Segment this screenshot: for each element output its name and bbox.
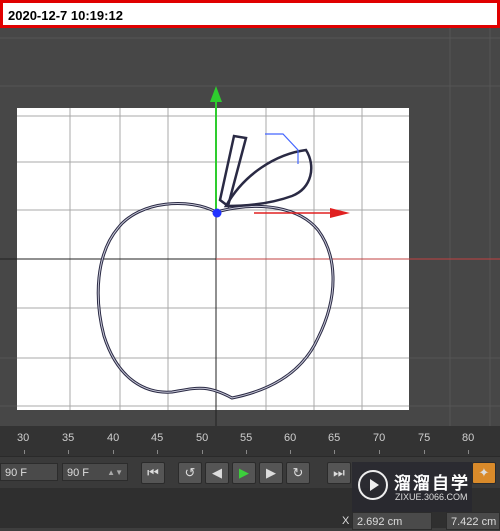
ruler-label: 80 [462,432,475,444]
viewport-3d[interactable] [0,28,500,426]
ruler-label: 70 [373,432,386,444]
timeline-ruler[interactable]: 30 35 40 45 50 55 60 65 70 75 80 [0,426,500,456]
ruler-label: 65 [328,432,341,444]
x-label: X [342,515,350,527]
next-key-button[interactable]: ↻ [286,462,310,484]
pivot-point[interactable] [212,208,222,218]
end-frame-value: 90 F [67,467,90,479]
play-button[interactable]: ▶ [232,462,256,484]
ruler-label: 35 [62,432,75,444]
start-frame-field[interactable]: 90 F [0,463,58,481]
ruler-label: 60 [284,432,297,444]
go-start-icon: ⏮ [147,465,159,480]
ruler-label: 50 [196,432,209,444]
timestamp-bar: 2020-12-7 10:19:12 [0,0,500,28]
end-frame-field[interactable]: 90 F ▲▼ [62,463,128,481]
go-end-icon: ⏭ [333,465,345,480]
start-frame-value: 90 F [5,467,28,479]
ruler-label: 75 [418,432,431,444]
watermark-url: ZIXUE.3066.COM [395,492,468,502]
stepper-icon: ▲▼ [107,468,123,477]
ruler-label: 30 [17,432,30,444]
go-start-button[interactable]: ⏮ [141,462,165,484]
next-frame-icon: ▶ [266,465,276,480]
ruler-label: 40 [107,432,120,444]
keyframe-button[interactable]: ✦ [472,462,496,484]
prev-frame-button[interactable]: ◀ [205,462,229,484]
watermark-play-icon [358,470,388,500]
y-position-field[interactable]: 7.422 cm [446,512,500,530]
ruler-label: 45 [151,432,164,444]
gizmo-y-arrow[interactable] [210,86,222,102]
timestamp-text: 2020-12-7 10:19:12 [8,8,123,23]
ruler-label: 55 [240,432,253,444]
play-icon: ▶ [239,465,249,480]
next-frame-button[interactable]: ▶ [259,462,283,484]
key-icon: ✦ [478,465,490,480]
go-end-button[interactable]: ⏭ [327,462,351,484]
watermark-title: 溜溜自学 [394,474,470,494]
prev-key-button[interactable]: ↺ [178,462,202,484]
next-key-icon: ↻ [292,465,304,480]
watermark: 溜溜自学 ZIXUE.3066.COM [352,462,472,512]
viewport-canvas [0,28,500,426]
y-position-value: 7.422 cm [451,516,497,528]
x-position-field[interactable]: 2.692 cm [352,512,432,530]
prev-key-icon: ↺ [184,465,196,480]
x-position-value: 2.692 cm [357,516,403,528]
prev-frame-icon: ◀ [212,465,222,480]
